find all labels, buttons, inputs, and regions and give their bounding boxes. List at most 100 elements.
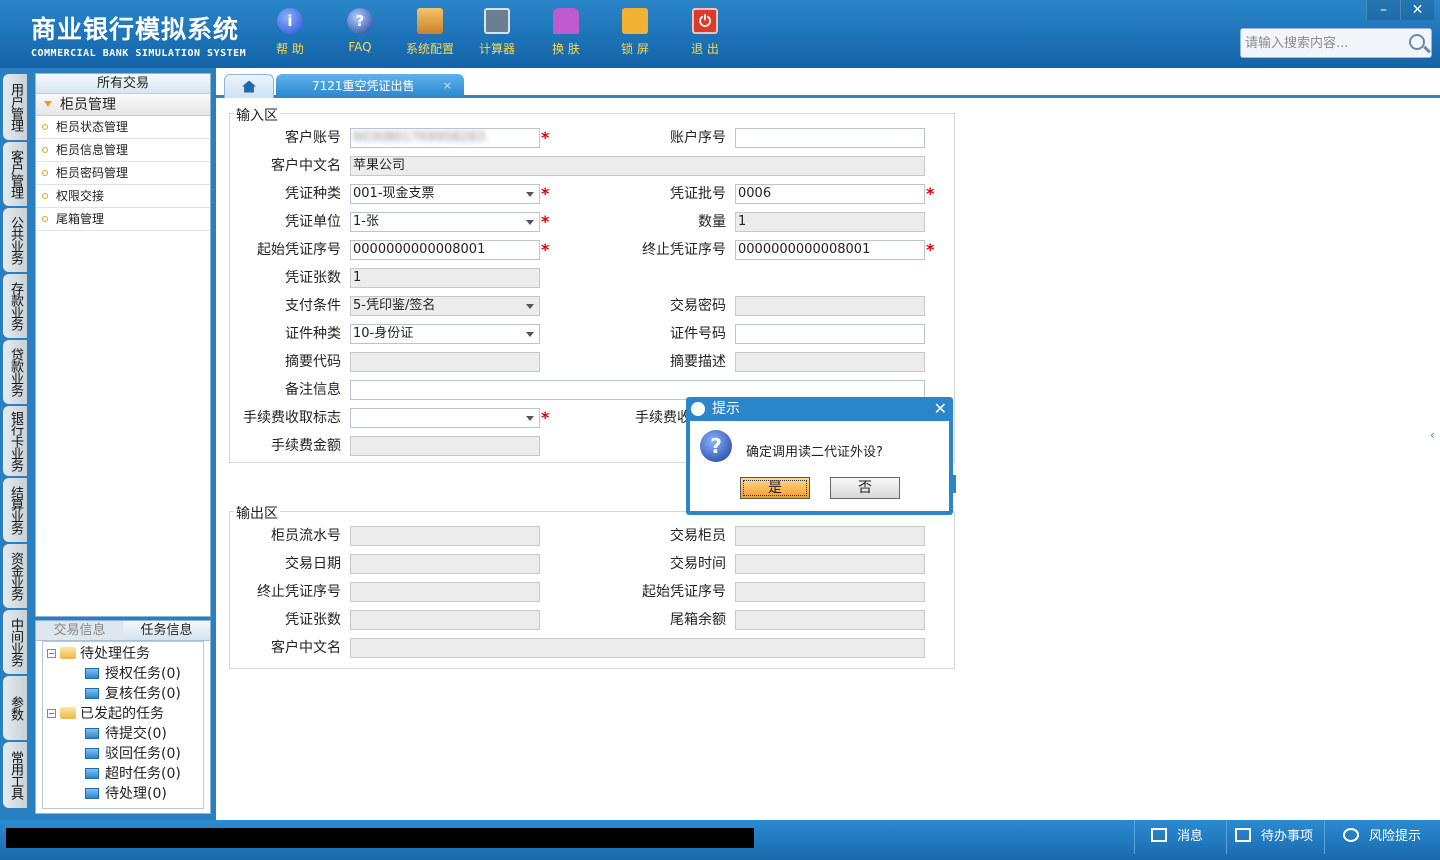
messages-button[interactable]: 消息 <box>1134 820 1226 854</box>
menu-item-teller-password[interactable]: 柜员密码管理 <box>36 162 210 185</box>
collapse-icon[interactable]: − <box>47 649 56 658</box>
vtab-loan-business[interactable]: 贷款业务 <box>3 340 27 404</box>
task-folder-icon <box>85 768 99 779</box>
vtab-settlement-business[interactable]: 结算业务 <box>3 478 27 542</box>
tree-node-pending[interactable]: − 待处理任务 <box>47 644 203 664</box>
skin-icon <box>553 8 579 34</box>
dialog-close-button[interactable]: ✕ <box>934 397 947 421</box>
tab-home[interactable] <box>224 74 274 98</box>
task-tree: − 待处理任务 授权任务(0) 复核任务(0) − 已发起的任务 待提交(0) 驳回… <box>42 641 204 809</box>
bullet-icon <box>42 193 48 199</box>
tree-node-initiated[interactable]: − 已发起的任务 <box>47 704 203 724</box>
pay-condition-select[interactable]: 5-凭印鉴/签名 <box>350 296 540 316</box>
start-seq-label: 起始凭证序号 <box>257 242 341 258</box>
start-seq-input[interactable]: 0000000000008001 <box>350 240 540 260</box>
menu-item-teller-status[interactable]: 柜员状态管理 <box>36 116 210 139</box>
box-balance-label: 尾箱余额 <box>670 612 726 628</box>
risk-button[interactable]: 风险提示 <box>1324 820 1440 854</box>
search-input[interactable] <box>1241 29 1401 57</box>
confirm-dialog: 提示 ✕ ? 确定调用读二代证外设? 是 否 <box>686 397 953 515</box>
required-mark: * <box>926 184 935 203</box>
tree-node-timeout[interactable]: 超时任务(0) <box>47 764 203 784</box>
yes-button[interactable]: 是 <box>740 477 810 499</box>
vtab-intermediary-business[interactable]: 中间业务 <box>3 610 27 674</box>
help-button[interactable]: i帮 助 <box>262 8 318 57</box>
task-panel: 交易信息 任务信息 − 待处理任务 授权任务(0) 复核任务(0) − 已发起的任务… <box>35 620 211 814</box>
tree-node-review[interactable]: 复核任务(0) <box>47 684 203 704</box>
close-window-button[interactable]: ✕ <box>1400 0 1434 20</box>
status-message-area <box>6 828 754 848</box>
voucher-unit-select[interactable]: 1-张 <box>350 212 540 232</box>
tab-task-info[interactable]: 任务信息 <box>123 621 210 641</box>
tab-trade-info[interactable]: 交易信息 <box>36 621 123 641</box>
customer-account-input[interactable]: 6030801769958283 <box>350 128 540 148</box>
app-title: 商业银行模拟系统 <box>31 15 240 44</box>
vtab-deposit-business[interactable]: 存款业务 <box>3 274 27 338</box>
vtab-parameters[interactable]: 参数 <box>3 676 27 740</box>
faq-button[interactable]: ? FAQ <box>332 8 388 54</box>
tree-node-to-process[interactable]: 待处理(0) <box>47 784 203 804</box>
vtab-user-management[interactable]: 用户管理 <box>3 74 27 140</box>
tree-node-to-submit[interactable]: 待提交(0) <box>47 724 203 744</box>
menu-item-teller-info[interactable]: 柜员信息管理 <box>36 139 210 162</box>
id-number-label: 证件号码 <box>670 326 726 342</box>
collapse-right-panel-icon[interactable]: ‹ <box>1430 428 1438 458</box>
account-seq-input[interactable] <box>735 128 925 148</box>
out-start-seq-field <box>735 582 925 602</box>
teller-serial-label: 柜员流水号 <box>271 528 341 544</box>
calculator-button[interactable]: 计算器 <box>469 8 525 57</box>
vtab-public-business[interactable]: 公共业务 <box>3 208 27 272</box>
required-mark: * <box>541 240 550 259</box>
trade-time-field <box>735 554 925 574</box>
vtab-customer-management[interactable]: 客户管理 <box>3 142 27 206</box>
menu-group-teller[interactable]: 柜员管理 <box>36 94 210 116</box>
question-icon: ? <box>700 430 732 462</box>
end-seq-label: 终止凭证序号 <box>642 242 726 258</box>
bullet-icon <box>42 170 48 176</box>
remark-label: 备注信息 <box>285 382 341 398</box>
tab-7121[interactable]: 7121重空凭证出售 × <box>276 74 464 98</box>
voucher-batch-input[interactable]: 0006 <box>735 184 925 204</box>
task-folder-icon <box>85 668 99 679</box>
id-number-input[interactable] <box>735 324 925 344</box>
dialog-app-icon <box>691 402 705 416</box>
quantity-label: 数量 <box>698 214 726 230</box>
todo-button[interactable]: 待办事项 <box>1226 820 1324 854</box>
window-controls: – ✕ <box>1366 0 1434 20</box>
account-seq-label: 账户序号 <box>670 130 726 146</box>
tree-node-authorize[interactable]: 授权任务(0) <box>47 664 203 684</box>
customer-account-label: 客户账号 <box>285 130 341 146</box>
voucher-type-label: 凭证种类 <box>285 186 341 202</box>
tab-close-icon[interactable]: × <box>443 74 452 98</box>
menu-item-cashbox[interactable]: 尾箱管理 <box>36 208 210 231</box>
id-type-select[interactable]: 10-身份证 <box>350 324 540 344</box>
minimize-button[interactable]: – <box>1366 0 1400 20</box>
fee-flag-select[interactable] <box>350 408 540 428</box>
lock-icon <box>622 8 648 34</box>
folder-icon <box>60 707 76 719</box>
search-box <box>1240 28 1432 58</box>
vtab-fund-business[interactable]: 资金业务 <box>3 544 27 608</box>
voucher-type-select[interactable]: 001-现金支票 <box>350 184 540 204</box>
task-folder-icon <box>85 688 99 699</box>
menu-header[interactable]: 所有交易 <box>36 74 210 94</box>
voucher-batch-label: 凭证批号 <box>670 186 726 202</box>
search-icon[interactable] <box>1409 34 1425 50</box>
menu-item-permission-handover[interactable]: 权限交接 <box>36 185 210 208</box>
vtab-common-tools[interactable]: 常用工具 <box>3 742 27 808</box>
tree-node-rejected[interactable]: 驳回任务(0) <box>47 744 203 764</box>
collapse-icon[interactable]: − <box>47 709 56 718</box>
config-button[interactable]: 系统配置 <box>402 8 458 57</box>
vtab-bankcard-business[interactable]: 银行卡业务 <box>3 406 27 476</box>
exit-button[interactable]: ⏻ 退 出 <box>677 8 733 57</box>
required-mark: * <box>926 240 935 259</box>
mail-icon <box>1151 828 1167 842</box>
app-brand: 商业银行模拟系统 COMMERCIAL BANK SIMULATION SYST… <box>31 10 246 59</box>
vertical-category-tabs: 用户管理 客户管理 公共业务 存款业务 贷款业务 银行卡业务 结算业务 资金业务… <box>0 68 30 820</box>
no-button[interactable]: 否 <box>830 477 900 499</box>
chevron-down-icon <box>44 101 52 107</box>
skin-button[interactable]: 换 肤 <box>538 8 594 57</box>
end-seq-input[interactable]: 0000000000008001 <box>735 240 925 260</box>
lock-button[interactable]: 锁 屏 <box>607 8 663 57</box>
voucher-unit-label: 凭证单位 <box>285 214 341 230</box>
